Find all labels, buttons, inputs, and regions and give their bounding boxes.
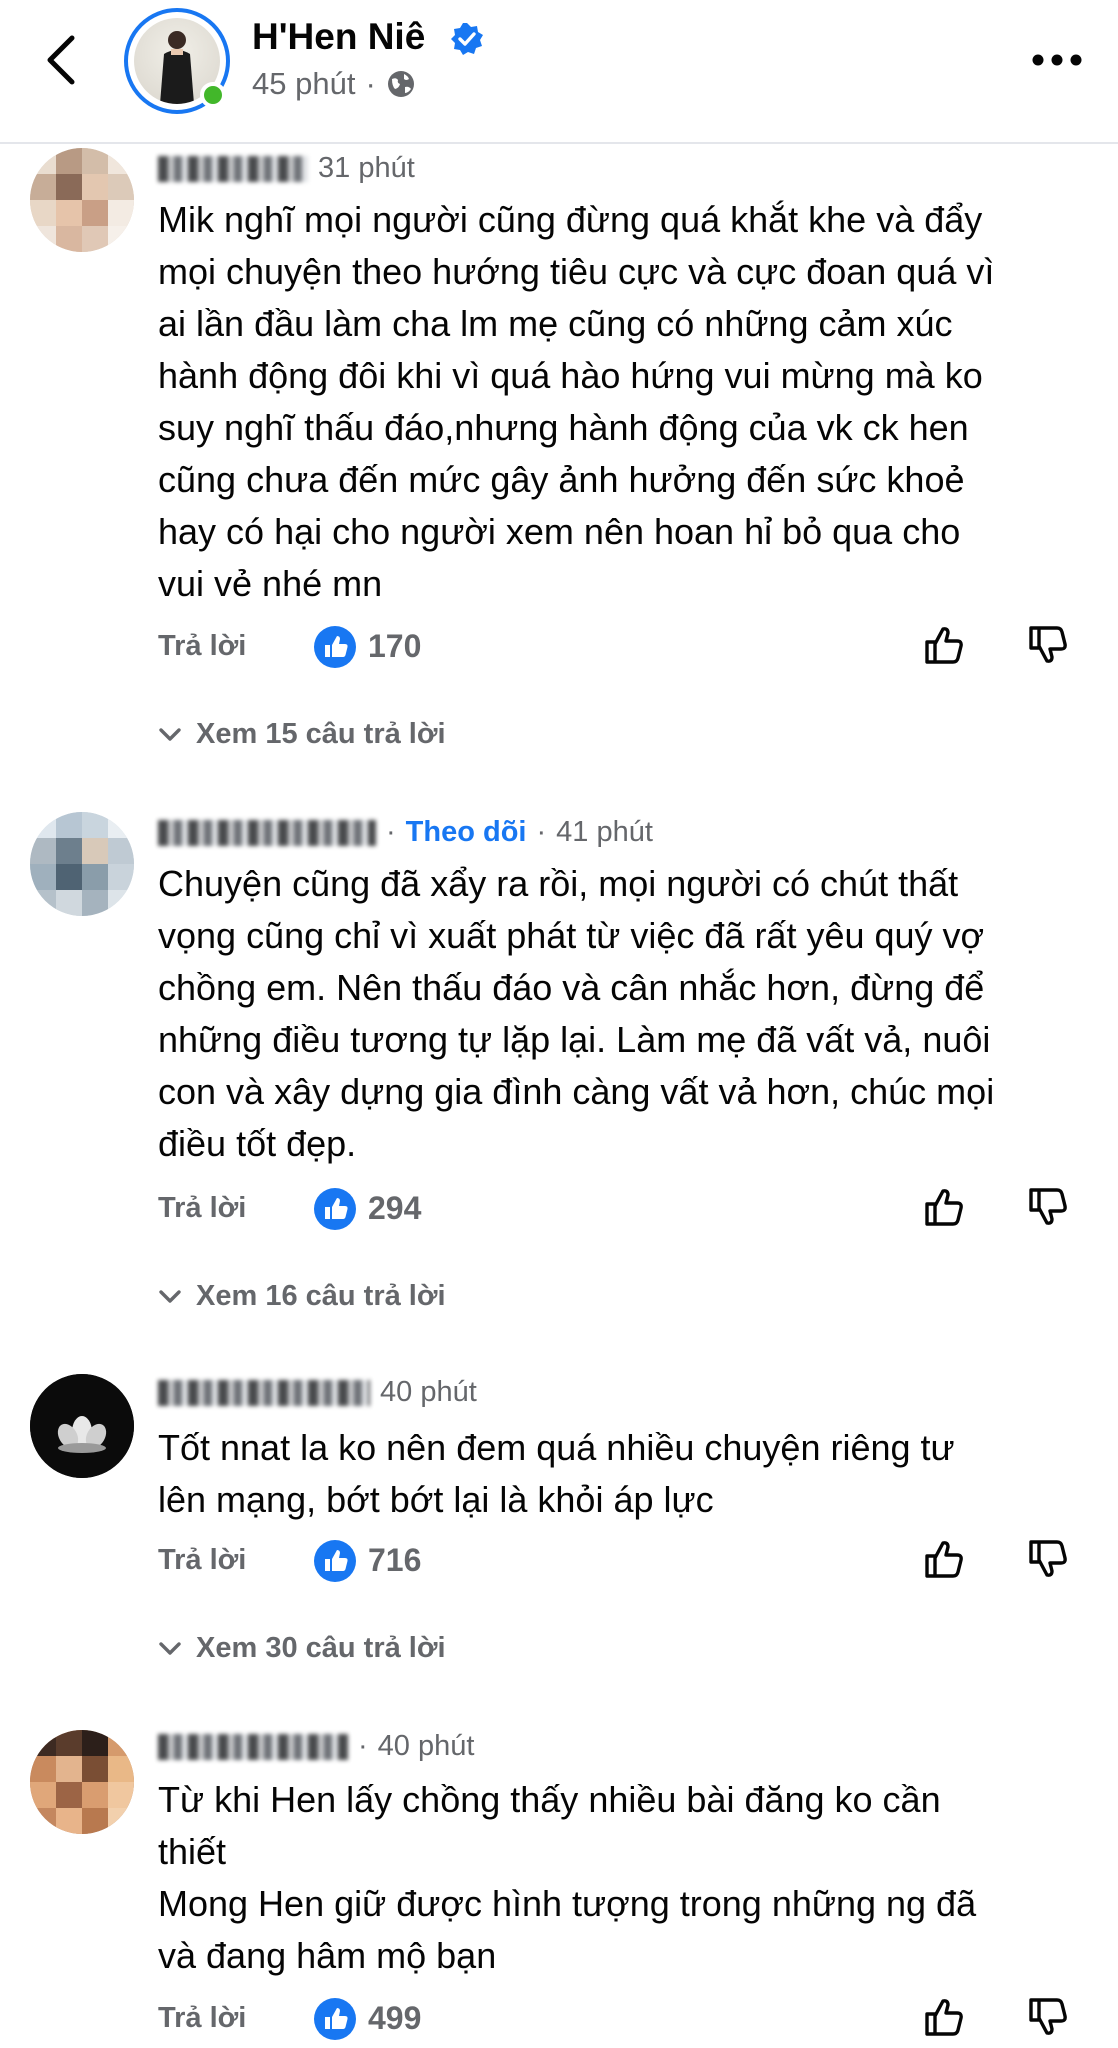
meta-separator: · bbox=[536, 816, 547, 848]
more-options-button[interactable] bbox=[1030, 52, 1084, 68]
globe-icon bbox=[387, 71, 414, 97]
view-replies-label: Xem 30 câu trả lời bbox=[196, 1632, 446, 1664]
commenter-avatar[interactable] bbox=[30, 148, 134, 252]
page-name[interactable]: H'Hen Niê bbox=[252, 16, 425, 58]
thumbs-down-icon[interactable] bbox=[1026, 1536, 1072, 1582]
reply-button[interactable]: Trả lời bbox=[158, 630, 246, 663]
comment-time: 40 phút bbox=[377, 1730, 475, 1762]
commenter-name-blurred[interactable] bbox=[158, 1733, 348, 1760]
post-header: H'Hen Niê 45 phút · bbox=[0, 0, 1118, 144]
view-replies-label: Xem 16 câu trả lời bbox=[196, 1280, 446, 1312]
chevron-down-icon bbox=[159, 1289, 181, 1303]
follow-button[interactable]: Theo dõi bbox=[406, 816, 527, 849]
post-time: 45 phút bbox=[252, 66, 356, 101]
comment-text: Mik nghĩ mọi người cũng đừng quá khắt kh… bbox=[158, 199, 995, 604]
like-reaction-icon bbox=[314, 1540, 356, 1582]
comment-header: 31 phút bbox=[158, 152, 415, 185]
post-meta: 45 phút · bbox=[252, 66, 416, 102]
comment-actions: Trả lời 294 bbox=[158, 1184, 1088, 1234]
commenter-name-blurred[interactable] bbox=[158, 819, 376, 846]
chevron-down-icon bbox=[159, 1641, 181, 1655]
reply-button[interactable]: Trả lời bbox=[158, 1544, 246, 1577]
comment-time: 40 phút bbox=[380, 1376, 477, 1408]
thumbs-down-icon[interactable] bbox=[1026, 622, 1072, 668]
reply-button[interactable]: Trả lời bbox=[158, 2002, 246, 2035]
thumbs-down-icon[interactable] bbox=[1026, 1994, 1072, 2040]
meta-separator: · bbox=[365, 66, 376, 101]
bottom-edge bbox=[0, 2040, 1118, 2048]
comment-text: Chuyện cũng đã xẩy ra rồi, mọi người có … bbox=[158, 863, 995, 1164]
comment-actions: Trả lời 716 bbox=[158, 1536, 1088, 1586]
comment-time: 41 phút bbox=[556, 816, 653, 848]
like-count: 499 bbox=[368, 2000, 422, 2036]
comment-actions: Trả lời 499 bbox=[158, 1994, 1088, 2044]
view-replies-button[interactable]: Xem 16 câu trả lời bbox=[158, 1280, 446, 1313]
like-reaction-icon bbox=[314, 1188, 356, 1230]
comment-header: 40 phút bbox=[158, 1376, 477, 1409]
comment-text: Tốt nnat la ko nên đem quá nhiều chuyện … bbox=[158, 1427, 955, 1520]
view-replies-label: Xem 15 câu trả lời bbox=[196, 718, 446, 750]
like-count: 170 bbox=[368, 628, 422, 664]
commenter-avatar[interactable] bbox=[30, 1730, 134, 1834]
thumbs-up-icon[interactable] bbox=[922, 622, 968, 668]
meta-separator: · bbox=[358, 1730, 368, 1762]
comment-header: · 40 phút bbox=[158, 1730, 474, 1763]
thumbs-up-icon[interactable] bbox=[922, 1536, 968, 1582]
like-count: 294 bbox=[368, 1190, 422, 1226]
comment-time: 31 phút bbox=[318, 152, 415, 184]
like-reaction-icon bbox=[314, 626, 356, 668]
commenter-avatar[interactable] bbox=[30, 1374, 134, 1478]
thumbs-down-icon[interactable] bbox=[1026, 1184, 1072, 1230]
commenter-name-blurred[interactable] bbox=[158, 1379, 370, 1406]
online-status-dot bbox=[200, 82, 226, 108]
chevron-down-icon bbox=[159, 727, 181, 741]
chevron-left-icon bbox=[47, 35, 75, 85]
commenter-name-blurred[interactable] bbox=[158, 155, 308, 182]
reply-button[interactable]: Trả lời bbox=[158, 1192, 246, 1225]
commenter-avatar[interactable] bbox=[30, 812, 134, 916]
thumbs-up-icon[interactable] bbox=[922, 1184, 968, 1230]
back-button[interactable] bbox=[38, 30, 88, 90]
like-reaction-icon bbox=[314, 1998, 356, 2040]
comment-text: Từ khi Hen lấy chồng thấy nhiều bài đăng… bbox=[158, 1779, 977, 1976]
comment-header: · Theo dõi · 41 phút bbox=[158, 816, 653, 849]
comment-actions: Trả lời 170 bbox=[158, 622, 1088, 672]
verified-badge-icon bbox=[451, 23, 483, 55]
view-replies-button[interactable]: Xem 30 câu trả lời bbox=[158, 1632, 446, 1665]
thumbs-up-icon[interactable] bbox=[922, 1994, 968, 2040]
meta-separator: · bbox=[386, 816, 396, 848]
like-count: 716 bbox=[368, 1542, 422, 1578]
view-replies-button[interactable]: Xem 15 câu trả lời bbox=[158, 718, 446, 751]
